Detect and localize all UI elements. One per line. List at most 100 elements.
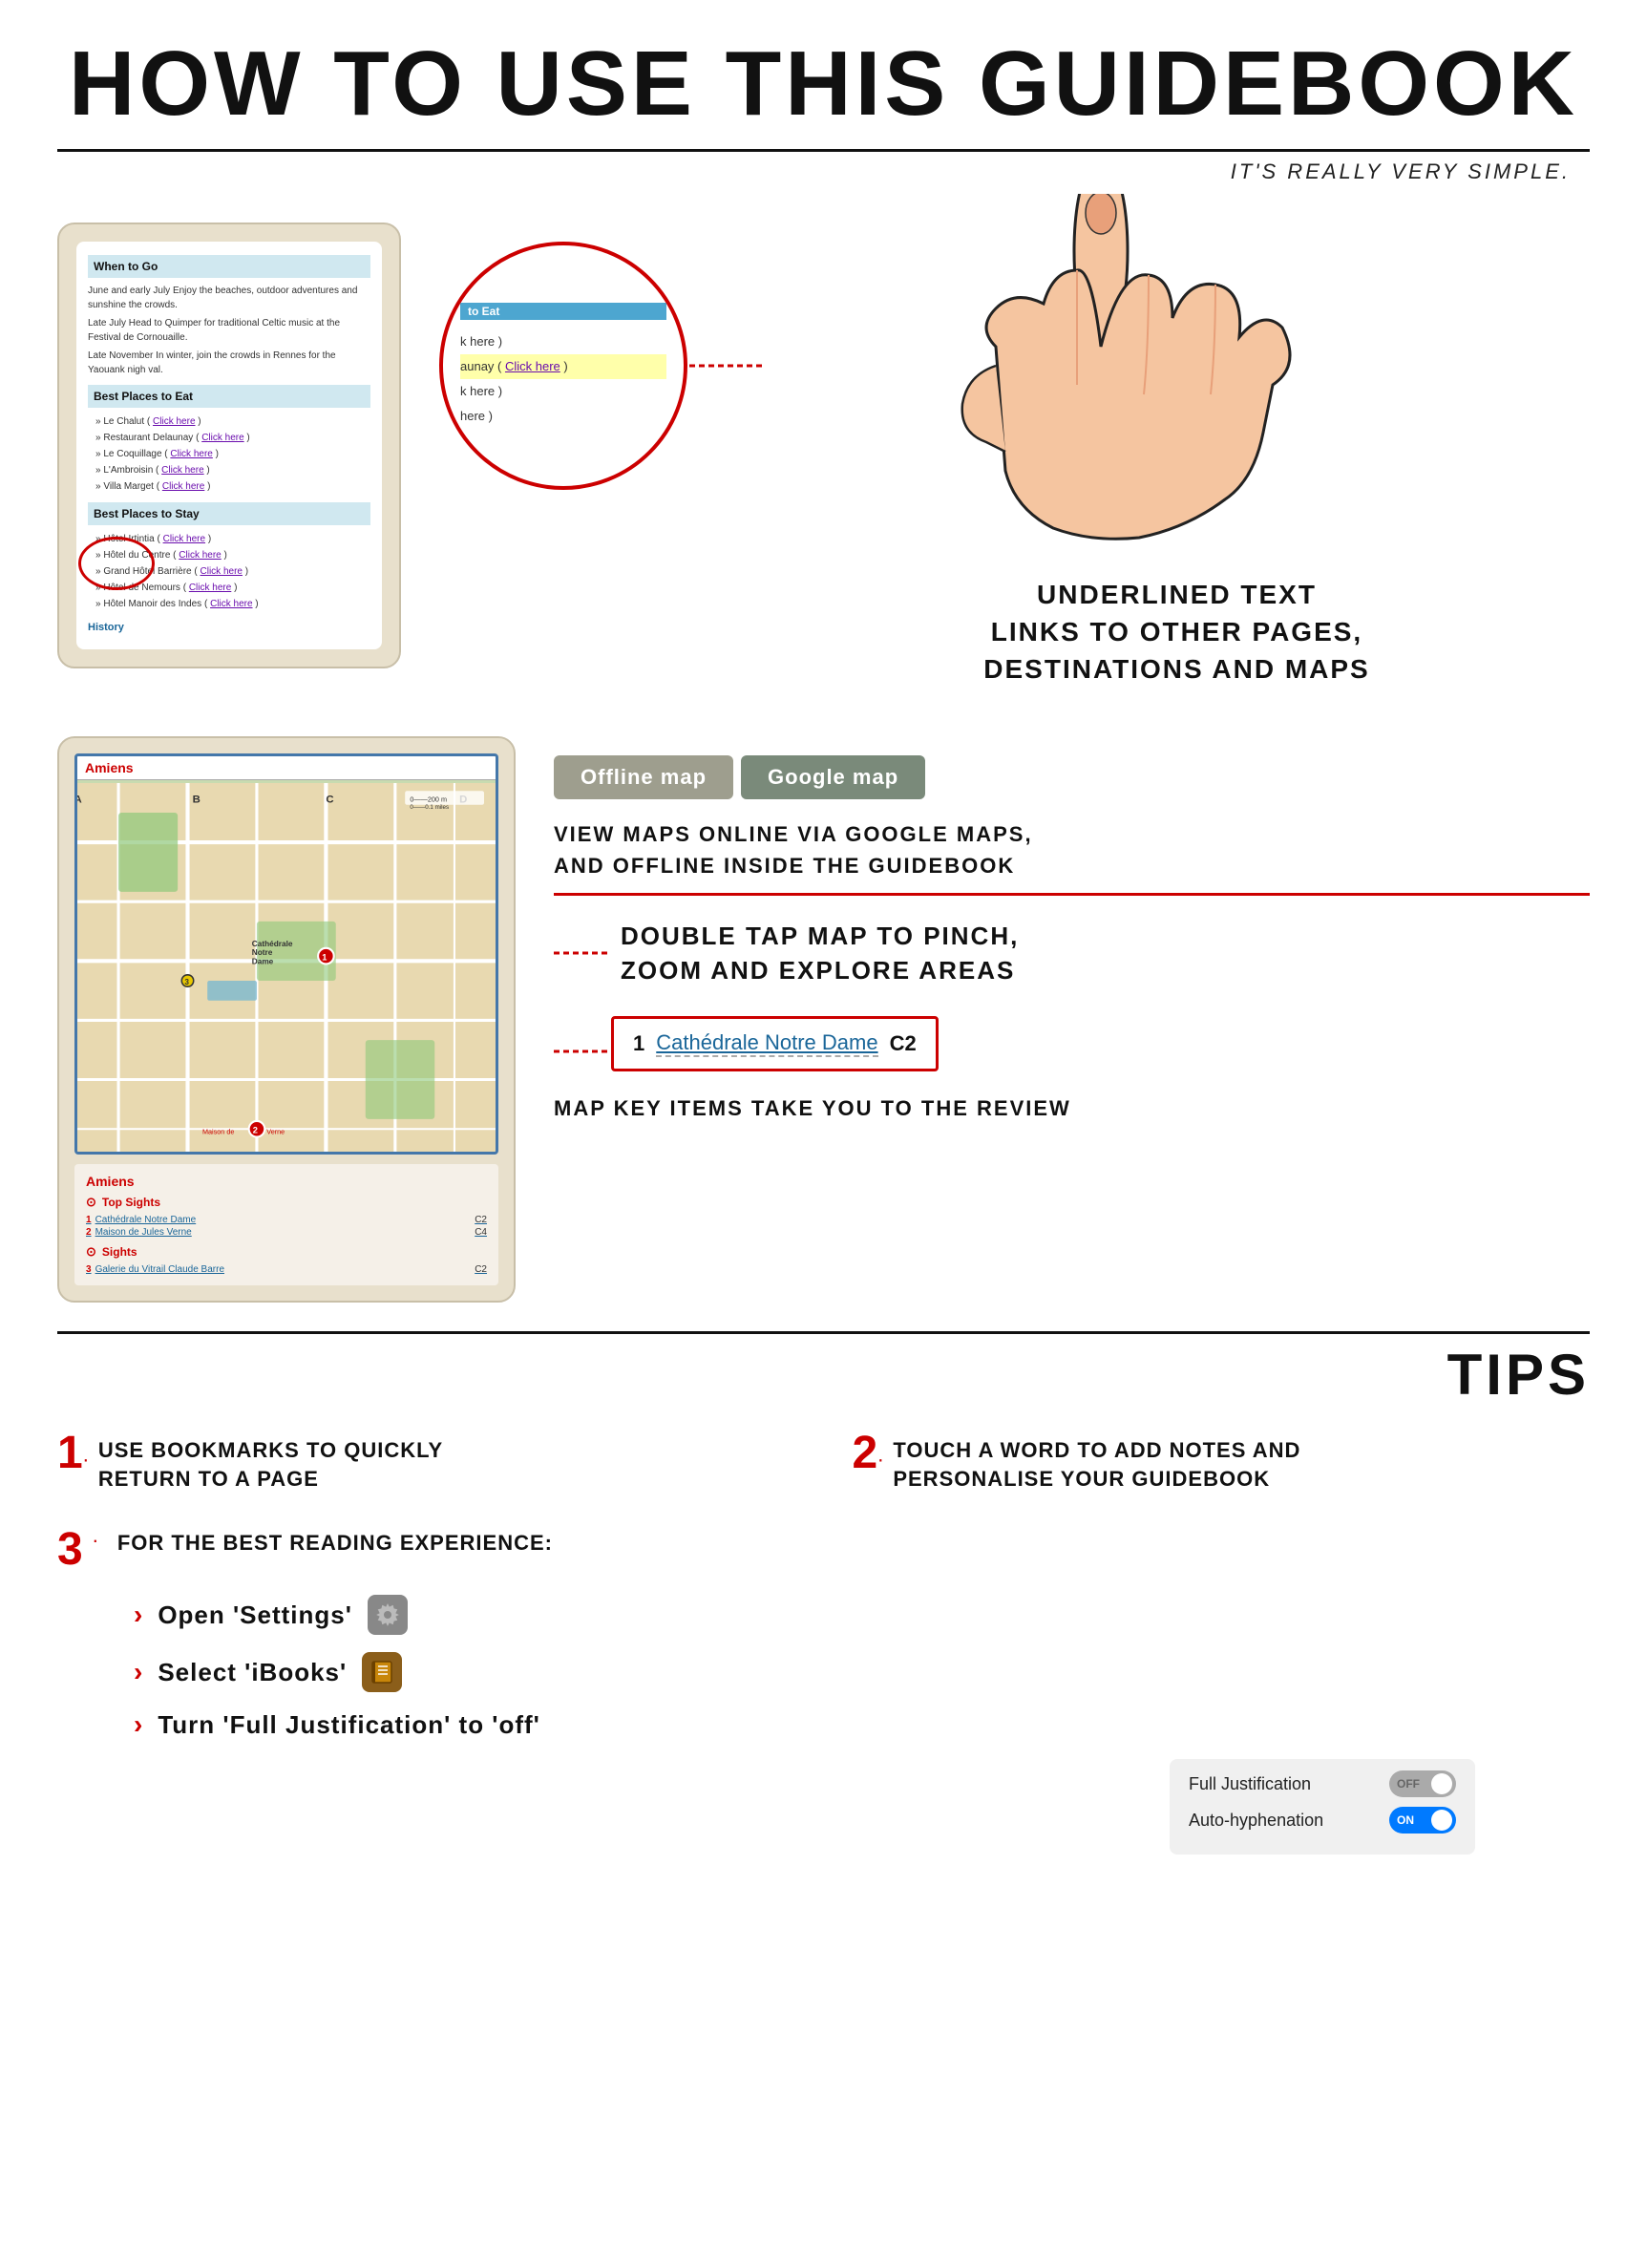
hand-icon — [900, 194, 1378, 557]
desc-line3: DESTINATIONS AND MAPS — [983, 650, 1369, 688]
sights-icon: ⊙ — [86, 1244, 96, 1260]
map-legend: Amiens ⊙ Top Sights 1Cathédrale Notre Da… — [74, 1164, 498, 1285]
svg-text:Maison de: Maison de — [202, 1127, 234, 1135]
settings-panel-container: Full Justification OFF Auto-hyphenation … — [57, 1759, 1590, 1855]
mock-inner: When to Go June and early July Enjoy the… — [76, 242, 382, 649]
eat-link-2[interactable]: Click here — [201, 433, 243, 443]
legend-name-1: Cathédrale Notre Dame — [95, 1215, 197, 1225]
tip-number-1: 1. — [57, 1431, 89, 1476]
eat-item-3: Le Coquillage ( Click here ) — [88, 446, 370, 462]
offline-map-button[interactable]: Offline map — [554, 755, 733, 799]
stay-link-5[interactable]: Click here — [210, 599, 252, 609]
tip-number-2-val: 2 — [853, 1428, 878, 1478]
stay-link-1[interactable]: Click here — [163, 534, 205, 544]
finger-area: UNDERLINED TEXT LINKS TO OTHER PAGES, DE… — [687, 194, 1590, 689]
tip-number-2: 2. — [853, 1431, 884, 1476]
when-text3: Late November In winter, join the crowds… — [88, 349, 370, 377]
toggle-off-label: OFF — [1397, 1777, 1420, 1791]
main-title: HOW TO USE THIS GUIDEBOOK — [57, 38, 1590, 130]
legend-coord-3: C2 — [475, 1264, 487, 1275]
tip-text-2: TOUCH A WORD TO ADD NOTES ANDPERSONALISE… — [893, 1436, 1300, 1495]
map-key-label[interactable]: Cathédrale Notre Dame — [656, 1030, 877, 1057]
tip-dot-2: . — [877, 1442, 883, 1466]
svg-text:2: 2 — [253, 1125, 258, 1134]
map-key-coord: C2 — [890, 1031, 917, 1056]
zoom-line-1: k here ) — [460, 329, 666, 354]
header-rule — [57, 149, 1590, 152]
auto-hyphenation-label: Auto-hyphenation — [1189, 1811, 1323, 1831]
settings-panel: Full Justification OFF Auto-hyphenation … — [1170, 1759, 1475, 1855]
map-right: Offline map Google map VIEW MAPS ONLINE … — [554, 736, 1590, 1122]
history-link[interactable]: History — [88, 620, 370, 636]
map-desc-1: VIEW MAPS ONLINE VIA GOOGLE MAPS, AND OF… — [554, 818, 1590, 896]
tip3-body: › Open 'Settings' › Select 'iBooks' — [57, 1595, 1590, 1740]
legend-name-3: Galerie du Vitrail Claude Barre — [95, 1264, 224, 1275]
svg-text:0——200 m: 0——200 m — [410, 795, 447, 803]
svg-text:Dame: Dame — [252, 957, 274, 965]
tip3-number: 3 — [57, 1523, 83, 1576]
legend-item-2[interactable]: 2Maison de Jules Verne C4 — [86, 1226, 487, 1239]
settings-icon — [368, 1595, 408, 1635]
book-svg — [369, 1659, 395, 1685]
desc-line2: LINKS TO OTHER PAGES, — [983, 613, 1369, 650]
zoom-line-3: k here ) — [460, 379, 666, 404]
map-desc-line2: AND OFFLINE INSIDE THE GUIDEBOOK — [554, 850, 1590, 881]
guidebook-mock: When to Go June and early July Enjoy the… — [57, 223, 401, 668]
google-map-button[interactable]: Google map — [741, 755, 925, 799]
svg-text:0——0.1 miles: 0——0.1 miles — [410, 803, 449, 810]
map-zoom-line2: ZOOM AND EXPLORE AREAS — [621, 953, 1019, 987]
section2-map: Amiens — [0, 727, 1647, 1322]
tip3-row-justify: › Turn 'Full Justification' to 'off' — [134, 1709, 1590, 1740]
eat-link-1[interactable]: Click here — [153, 416, 195, 427]
tips-section: TIPS 1. USE BOOKMARKS TO QUICKLYRETURN T… — [0, 1322, 1647, 1495]
tip-item-1: 1. USE BOOKMARKS TO QUICKLYRETURN TO A P… — [57, 1431, 795, 1495]
legend-item-3[interactable]: 3Galerie du Vitrail Claude Barre C2 — [86, 1263, 487, 1276]
gear-svg — [373, 1600, 402, 1629]
legend-item-1[interactable]: 1Cathédrale Notre Dame C2 — [86, 1214, 487, 1226]
map-zoom-row: DOUBLE TAP MAP TO PINCH, ZOOM AND EXPLOR… — [554, 919, 1590, 988]
eat-item-1: Le Chalut ( Click here ) — [88, 413, 370, 430]
tip3-text-1: Open 'Settings' — [158, 1600, 352, 1630]
stay-item-4: Hôtel de Nemours ( Click here ) — [88, 580, 370, 596]
svg-text:1: 1 — [322, 952, 327, 962]
map-buttons-row: Offline map Google map — [554, 755, 1590, 799]
map-desc-line1: VIEW MAPS ONLINE VIA GOOGLE MAPS, — [554, 818, 1590, 850]
stay-link-2[interactable]: Click here — [179, 550, 221, 561]
map-title-bar: Amiens — [77, 756, 496, 780]
svg-text:B: B — [193, 794, 201, 805]
tip3-header: 3. FOR THE BEST READING EXPERIENCE: — [57, 1523, 1590, 1576]
tip3-text-3: Turn 'Full Justification' to 'off' — [158, 1710, 540, 1740]
eat-link-4[interactable]: Click here — [161, 465, 203, 476]
zoom-click-here[interactable]: Click here — [505, 359, 560, 373]
desc-line1: UNDERLINED TEXT — [983, 576, 1369, 613]
eat-link-3[interactable]: Click here — [170, 449, 212, 459]
legend-coord-1: C2 — [475, 1215, 487, 1225]
toggle-on-label: ON — [1397, 1813, 1414, 1827]
tip3-dot: . — [93, 1523, 98, 1548]
tip3-row-settings: › Open 'Settings' — [134, 1595, 1590, 1635]
map-key-box[interactable]: 1 Cathédrale Notre Dame C2 — [611, 1016, 939, 1071]
settings-row-justify: Full Justification OFF — [1189, 1770, 1456, 1797]
stay-item-1: Hôtel Irtintia ( Click here ) — [88, 531, 370, 547]
tip3-text-2: Select 'iBooks' — [158, 1658, 347, 1687]
tip3-intro: FOR THE BEST READING EXPERIENCE: — [117, 1529, 553, 1558]
top-sights-icon: ⊙ — [86, 1195, 96, 1210]
stay-link-3[interactable]: Click here — [201, 566, 243, 577]
tip3-row-ibooks: › Select 'iBooks' — [134, 1652, 1590, 1692]
map-image-area: Amiens — [74, 753, 498, 1155]
zoom-bar-text: to Eat — [468, 305, 499, 318]
legend-coord-2: C4 — [475, 1227, 487, 1238]
stay-link-4[interactable]: Click here — [189, 583, 231, 593]
eat-item-5: Villa Marget ( Click here ) — [88, 478, 370, 495]
zoom-line-4: here ) — [460, 404, 666, 429]
eat-link-5[interactable]: Click here — [162, 481, 204, 492]
zoom-circle: to Eat k here ) aunay ( Click here ) k h… — [439, 242, 687, 490]
map-svg: A B C D 1 2 3 4 1 2 3 4 1 2 3 — [77, 783, 496, 1155]
subtitle: IT'S REALLY VERY SIMPLE. — [0, 159, 1647, 184]
auto-hyphenation-toggle[interactable]: ON — [1389, 1807, 1456, 1833]
map-key-desc-text: MAP KEY ITEMS TAKE YOU TO THE REVIEW — [554, 1096, 1590, 1121]
full-justification-toggle[interactable]: OFF — [1389, 1770, 1456, 1797]
chevron-icon-1: › — [134, 1600, 142, 1630]
map-key-num: 1 — [633, 1031, 644, 1056]
tip-item-2: 2. TOUCH A WORD TO ADD NOTES ANDPERSONAL… — [853, 1431, 1591, 1495]
